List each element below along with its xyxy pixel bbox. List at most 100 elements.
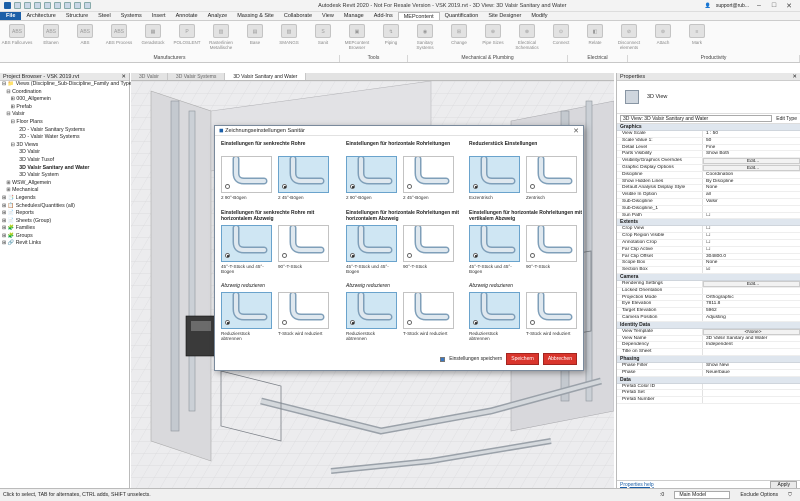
- ribbon-button[interactable]: ABS Eltanen: [34, 21, 68, 55]
- ribbon-button[interactable]: ABS ABS: [68, 21, 102, 55]
- option-radio[interactable]: [350, 184, 355, 189]
- pipe-option[interactable]: Exzentrisch: [469, 155, 520, 200]
- property-value[interactable]: By Discipline: [703, 179, 800, 185]
- property-value[interactable]: 5962: [703, 308, 800, 314]
- pipe-option[interactable]: 45°-T-Stück und 45°-Bogen: [469, 224, 520, 274]
- pipe-fitting-thumbnail[interactable]: [278, 155, 329, 193]
- dialog-close-icon[interactable]: ✕: [573, 127, 579, 135]
- tab-analyze[interactable]: Analyze: [203, 12, 233, 20]
- 3d-icon[interactable]: [84, 2, 91, 9]
- property-value[interactable]: [703, 349, 800, 355]
- tab-manage[interactable]: Manage: [339, 12, 369, 20]
- pipe-fitting-thumbnail[interactable]: [346, 155, 397, 193]
- tab-annotate[interactable]: Annotate: [171, 12, 203, 20]
- tree-item[interactable]: ⊞ Prefab: [2, 104, 129, 112]
- pipe-option[interactable]: T-Stück wird reduziert: [278, 291, 329, 341]
- property-value[interactable]: None: [703, 260, 800, 266]
- ribbon-button[interactable]: ⊙ Connect: [544, 21, 578, 55]
- filter-icon[interactable]: ⛉: [788, 492, 792, 499]
- tab-modify[interactable]: Modify: [526, 12, 552, 20]
- pipe-fitting-thumbnail[interactable]: [278, 291, 329, 329]
- pipe-option[interactable]: Reduzierstück abtrennen: [469, 291, 520, 341]
- option-radio[interactable]: [225, 184, 230, 189]
- property-value[interactable]: [703, 397, 800, 403]
- ribbon-button[interactable]: ◉ Sanitary Systems: [408, 21, 442, 55]
- property-value[interactable]: Edit...: [703, 158, 800, 164]
- close-icon[interactable]: ✕: [121, 73, 129, 80]
- save-settings-checkbox[interactable]: [440, 356, 446, 362]
- pipe-option[interactable]: T-Stück wird reduziert: [403, 291, 454, 341]
- property-value[interactable]: all: [703, 192, 800, 198]
- property-value[interactable]: Edit...: [703, 280, 800, 287]
- pipe-option[interactable]: T-Stück wird reduziert: [526, 291, 577, 341]
- option-radio[interactable]: [407, 184, 412, 189]
- property-value[interactable]: ☐: [703, 240, 800, 246]
- text-icon[interactable]: [74, 2, 81, 9]
- tree-item[interactable]: ⊞ 🔗 Revit Links: [2, 240, 129, 248]
- ribbon-button[interactable]: ▣ MEPcontent Browser: [340, 21, 374, 55]
- property-value[interactable]: Show New: [703, 363, 800, 369]
- property-section-header[interactable]: Data: [617, 376, 800, 384]
- tree-item[interactable]: 3D Valsir Tusof: [2, 157, 129, 165]
- tab-systems[interactable]: Systems: [116, 12, 147, 20]
- tree-item[interactable]: ⊞ Mechanical: [2, 187, 129, 195]
- pipe-option[interactable]: Reduzierstück abtrennen: [346, 291, 397, 341]
- cancel-button[interactable]: Abbrechen: [542, 353, 577, 365]
- pipe-option[interactable]: 90°-T-Stück: [278, 224, 329, 274]
- property-value[interactable]: Fine: [703, 145, 800, 151]
- pipe-fitting-thumbnail[interactable]: [221, 224, 272, 262]
- tree-item[interactable]: 2D - Valsir Water Systems: [2, 134, 129, 142]
- tree-item[interactable]: 2D - Valsir Sanitary Systems: [2, 127, 129, 135]
- property-section-header[interactable]: Phasing: [617, 355, 800, 363]
- pipe-fitting-thumbnail[interactable]: [469, 224, 520, 262]
- view-tab[interactable]: 3D Valsir Systems: [168, 73, 226, 80]
- property-section-header[interactable]: Graphics: [617, 124, 800, 131]
- property-value[interactable]: None: [703, 185, 800, 191]
- pipe-fitting-thumbnail[interactable]: [403, 155, 454, 193]
- ribbon-button[interactable]: ▧ SMANGS: [272, 21, 306, 55]
- property-value[interactable]: [703, 288, 800, 294]
- tab-file[interactable]: File: [0, 12, 22, 20]
- property-value[interactable]: Orthographic: [703, 295, 800, 301]
- tab-site-designer[interactable]: Site Designer: [483, 12, 526, 20]
- pipe-option[interactable]: Reduzierstück abtrennen: [221, 291, 272, 341]
- close-window-button[interactable]: ✕: [784, 2, 794, 10]
- option-radio[interactable]: [350, 253, 355, 258]
- pipe-fitting-thumbnail[interactable]: [278, 224, 329, 262]
- revit-logo-icon[interactable]: [4, 2, 11, 9]
- view-dropdown[interactable]: 3D View: 3D Valsir Sanitary and Water: [620, 115, 773, 122]
- option-radio[interactable]: [530, 253, 535, 258]
- property-value[interactable]: 1 : 50: [703, 131, 800, 137]
- property-section-header[interactable]: Identity Data: [617, 321, 800, 329]
- option-radio[interactable]: [225, 320, 230, 325]
- property-value[interactable]: 3D Valsir Sanitary and Water: [703, 336, 800, 342]
- tree-item[interactable]: ⊞ 📑 Legends: [2, 195, 129, 203]
- ribbon-button[interactable]: S Sanit: [306, 21, 340, 55]
- property-value[interactable]: Independent: [703, 342, 800, 348]
- tab-massing-site[interactable]: Massing & Site: [232, 12, 279, 20]
- ribbon-button[interactable]: ↯ Piping: [374, 21, 408, 55]
- option-radio[interactable]: [350, 320, 355, 325]
- user-name[interactable]: support@rub...: [716, 3, 749, 9]
- property-section-header[interactable]: Extents: [617, 219, 800, 227]
- edit-type-button[interactable]: Edit Type: [776, 116, 797, 122]
- property-value[interactable]: <None>: [703, 328, 800, 335]
- option-radio[interactable]: [473, 184, 478, 189]
- property-value[interactable]: Show Both: [703, 151, 800, 157]
- property-section-header[interactable]: Camera: [617, 273, 800, 281]
- ribbon-button[interactable]: ⊗ Electrical Schematics: [510, 21, 544, 55]
- pipe-fitting-thumbnail[interactable]: [469, 291, 520, 329]
- option-radio[interactable]: [282, 320, 287, 325]
- tab-mepcontent[interactable]: MEPcontent: [397, 12, 440, 20]
- pipe-fitting-thumbnail[interactable]: [221, 291, 272, 329]
- property-value[interactable]: [703, 206, 800, 212]
- properties-help-link[interactable]: Properties help: [620, 482, 654, 488]
- ribbon-button[interactable]: P POLOSLENT: [170, 21, 204, 55]
- design-option-select[interactable]: Main Model: [674, 491, 731, 499]
- close-icon[interactable]: ✕: [792, 73, 800, 80]
- pipe-fitting-thumbnail[interactable]: [526, 224, 577, 262]
- user-icon[interactable]: 👤: [705, 3, 711, 9]
- pipe-fitting-thumbnail[interactable]: [346, 224, 397, 262]
- property-value[interactable]: Edit...: [703, 164, 800, 171]
- tab-add-ins[interactable]: Add-Ins: [369, 12, 398, 20]
